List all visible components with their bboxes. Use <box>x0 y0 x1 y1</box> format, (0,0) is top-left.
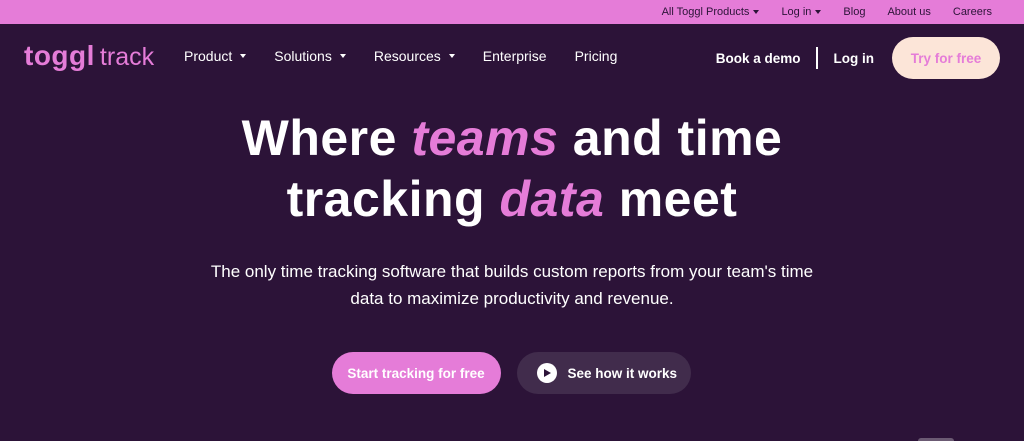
nav-links: Product Solutions Resources Enterprise P… <box>184 48 645 64</box>
hero-subtitle-line-2: data to maximize productivity and revenu… <box>350 289 674 308</box>
caret-down-icon <box>339 54 346 58</box>
toggl-track-logo[interactable]: toggl track <box>24 40 154 72</box>
topbar-all-products-label: All Toggl Products <box>661 6 750 18</box>
hero-title-2-pre: tracking <box>286 171 500 227</box>
login-link[interactable]: Log in <box>834 51 875 66</box>
nav-pricing-label: Pricing <box>574 48 618 64</box>
see-how-it-works-button[interactable]: See how it works <box>516 352 691 394</box>
topbar-about-us[interactable]: About us <box>887 6 930 18</box>
nav-pricing[interactable]: Pricing <box>575 48 618 64</box>
hero-title-line-2: tracking data meet <box>0 169 1024 230</box>
hero-title-2-post: meet <box>604 171 738 227</box>
hero-title-1-post: and time <box>558 110 783 166</box>
nav-product-label: Product <box>184 48 233 64</box>
topbar-blog-label: Blog <box>843 6 866 18</box>
nav-enterprise[interactable]: Enterprise <box>483 48 547 64</box>
hero-title-line-1: Where teams and time <box>0 108 1024 169</box>
caret-down-icon <box>753 10 760 14</box>
caret-down-icon <box>815 10 822 14</box>
topbar-login-label: Log in <box>781 6 812 18</box>
nav-enterprise-label: Enterprise <box>482 48 547 64</box>
hero-cta-group: Start tracking for free See how it works <box>0 352 1024 394</box>
play-triangle <box>544 369 551 377</box>
topbar-login[interactable]: Log in <box>781 6 822 18</box>
topbar-careers[interactable]: Careers <box>953 6 992 18</box>
hero-subtitle: The only time tracking software that bui… <box>0 258 1024 312</box>
topbar-careers-label: Careers <box>952 6 992 18</box>
nav-solutions-label: Solutions <box>274 48 332 64</box>
main-nav: toggl track Product Solutions Resources … <box>0 24 1024 88</box>
topbar-about-us-label: About us <box>887 6 931 18</box>
topbar-all-products[interactable]: All Toggl Products <box>662 6 760 18</box>
start-tracking-button[interactable]: Start tracking for free <box>331 352 501 394</box>
topbar-blog[interactable]: Blog <box>843 6 865 18</box>
nav-resources[interactable]: Resources <box>374 48 455 64</box>
logo-mark: toggl <box>24 40 95 71</box>
hero-title-2-accent: data <box>499 171 605 227</box>
hero-subtitle-line-1: The only time tracking software that bui… <box>210 262 814 281</box>
nav-actions: Book a demo Log in Try for free <box>716 37 1000 79</box>
try-for-free-button[interactable]: Try for free <box>892 37 1000 79</box>
top-utility-bar: All Toggl Products Log in Blog About us … <box>0 0 1024 24</box>
hero-title-1-accent: teams <box>411 110 559 166</box>
play-icon <box>536 363 557 383</box>
see-how-it-works-label: See how it works <box>567 365 678 381</box>
book-demo-link[interactable]: Book a demo <box>716 51 801 66</box>
nav-product[interactable]: Product <box>184 48 247 64</box>
nav-solutions[interactable]: Solutions <box>274 48 346 64</box>
caret-down-icon <box>448 54 455 58</box>
logo-product: track <box>99 43 155 71</box>
caret-down-icon <box>240 54 247 58</box>
hero-heading: Where teams and time tracking data meet <box>0 108 1024 230</box>
nav-divider <box>815 47 818 69</box>
hero-title-1-pre: Where <box>241 110 412 166</box>
nav-resources-label: Resources <box>373 48 441 64</box>
